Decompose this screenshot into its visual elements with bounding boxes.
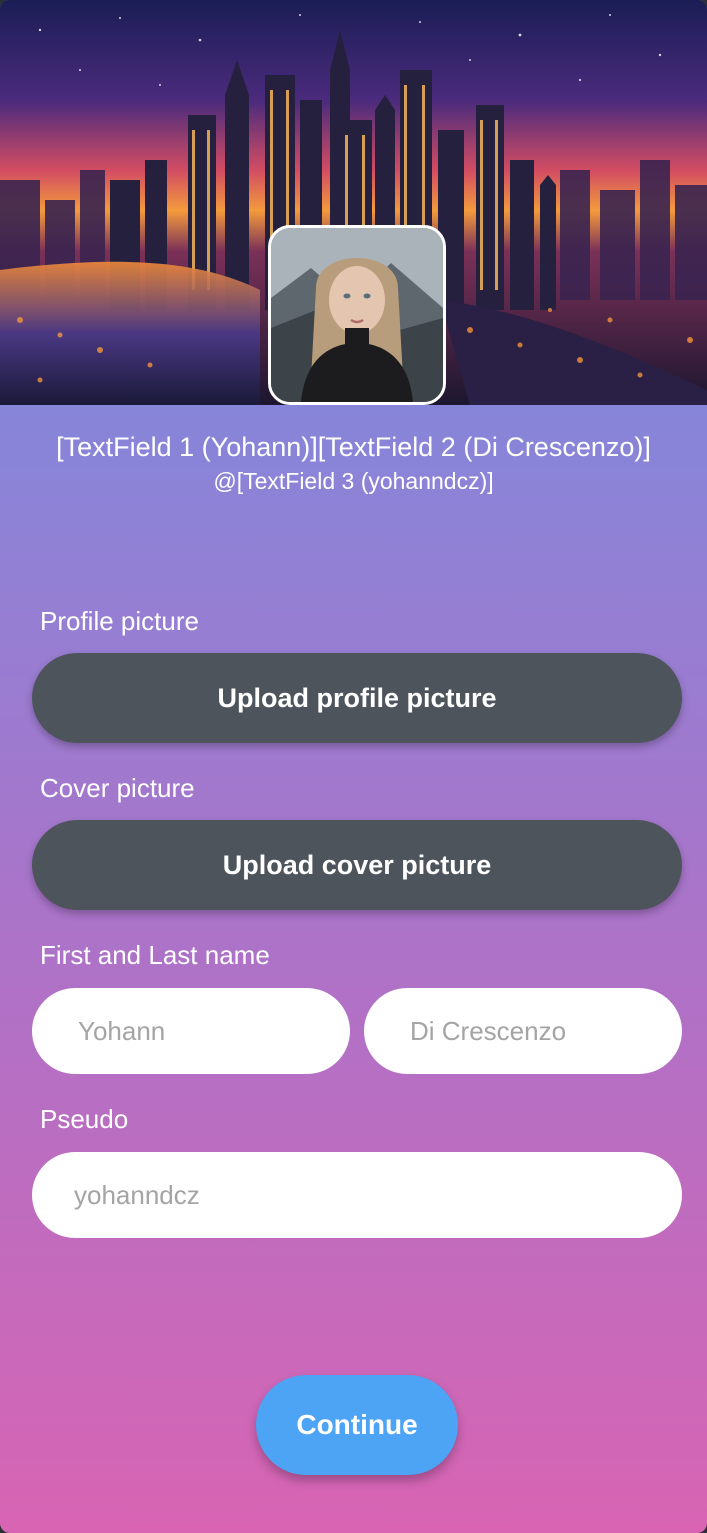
pseudo-input[interactable]: [32, 1152, 682, 1238]
profile-setup-screen: [TextField 1 (Yohann)][TextField 2 (Di C…: [0, 0, 707, 1533]
pseudo-label: Pseudo: [40, 1104, 129, 1134]
profile-picture-label: Profile picture: [40, 606, 199, 636]
upload-cover-picture-button[interactable]: Upload cover picture: [32, 820, 682, 910]
first-name-input[interactable]: [32, 988, 350, 1074]
continue-button[interactable]: Continue: [256, 1375, 458, 1475]
cover-picture-label: Cover picture: [40, 773, 195, 803]
profile-avatar: [268, 225, 446, 405]
handle-preview: @[TextField 3 (yohanndcz)]: [213, 468, 494, 494]
portrait-illustration: [271, 228, 443, 402]
last-name-input[interactable]: [364, 988, 682, 1074]
display-name-preview: [TextField 1 (Yohann)][TextField 2 (Di C…: [56, 432, 651, 462]
first-last-name-label: First and Last name: [40, 940, 270, 970]
upload-profile-picture-button[interactable]: Upload profile picture: [32, 653, 682, 743]
